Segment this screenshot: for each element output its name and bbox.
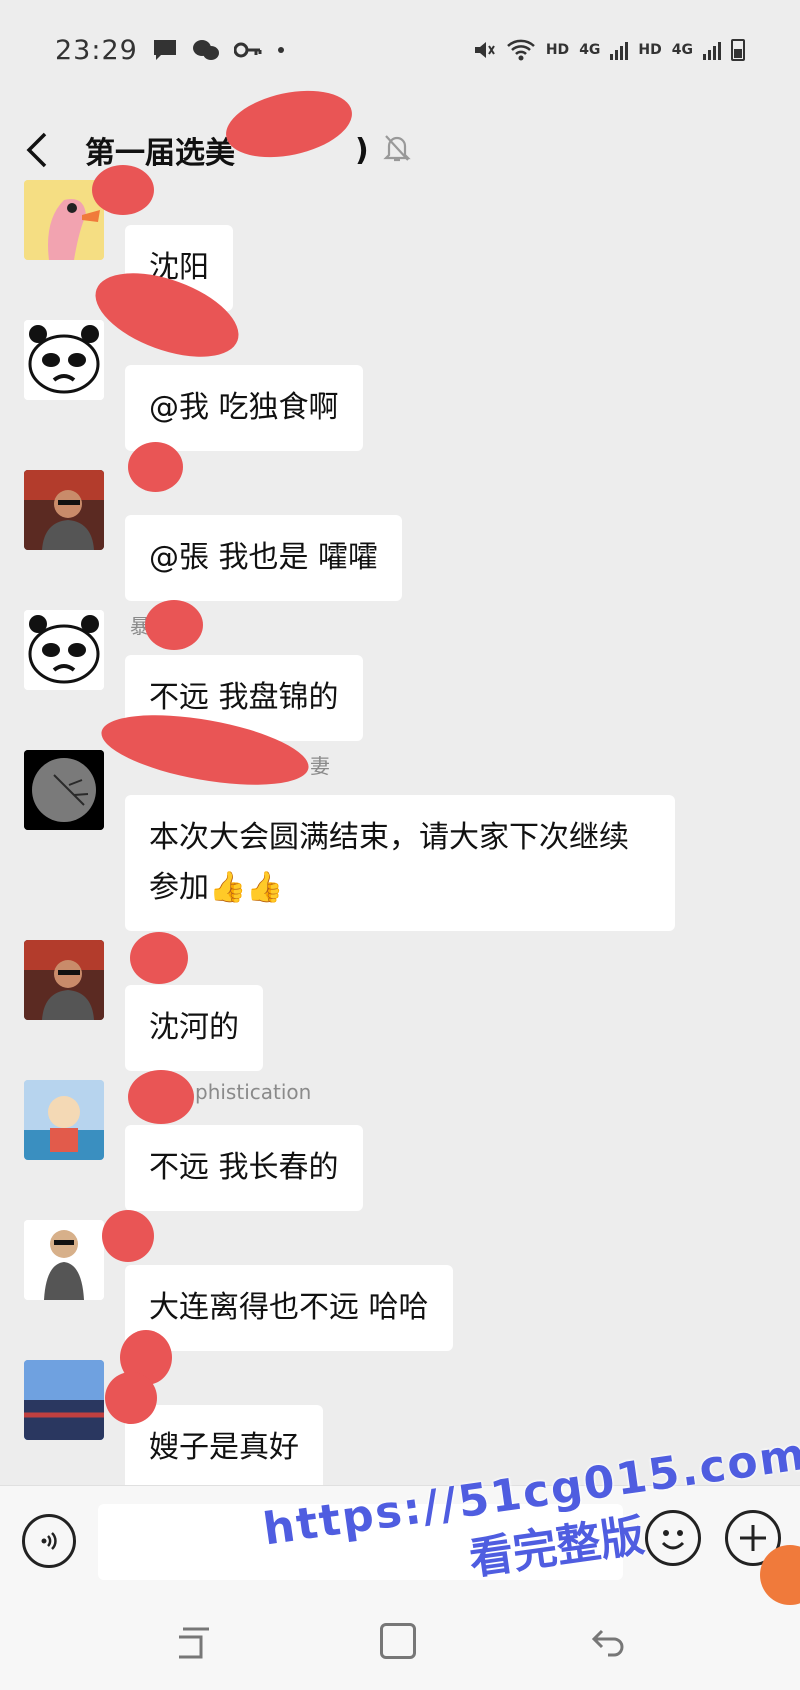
hd-label-1: HD [545, 42, 570, 58]
avatar[interactable] [24, 610, 104, 690]
redaction-mark [102, 1210, 154, 1262]
message-bubble[interactable]: 嫂子是真好 [125, 1405, 323, 1491]
chat-title: 第一届选美 [85, 136, 235, 171]
wifi-icon [506, 39, 535, 61]
back-arrow-icon[interactable] [25, 130, 55, 170]
signal-icon-1 [610, 40, 629, 60]
signal-icon-2 [703, 40, 721, 60]
avatar[interactable] [24, 320, 104, 400]
avatar[interactable] [24, 1360, 104, 1440]
mute-bell-icon [383, 133, 411, 167]
sender-name: 妻 [310, 754, 330, 778]
message-bubble[interactable]: 本次大会圆满结束，请大家下次继续参加👍👍 [125, 795, 675, 931]
wechat-notification-icon [192, 40, 219, 60]
nav-back-icon[interactable] [590, 1625, 626, 1661]
network-gen-2: 4G [671, 42, 693, 58]
voice-input-button[interactable] [22, 1514, 76, 1568]
message-notification-icon [153, 40, 176, 60]
message-bubble[interactable]: 大连离得也不远 哈哈 [125, 1265, 453, 1351]
redaction-mark [128, 442, 183, 492]
hd-label-2: HD [638, 42, 662, 58]
status-bar: 23:29 HD 4G HD 4G [0, 0, 800, 100]
message-bubble[interactable]: @我 吃独食啊 [125, 365, 363, 451]
redaction-mark [105, 1372, 157, 1424]
redaction-mark [92, 165, 154, 215]
avatar[interactable] [24, 940, 104, 1020]
network-gen-1: 4G [579, 42, 601, 58]
dot-icon [277, 47, 284, 53]
redaction-mark [145, 600, 203, 650]
redaction-mark [128, 1070, 194, 1124]
avatar[interactable] [24, 1220, 104, 1300]
avatar[interactable] [24, 470, 104, 550]
status-time: 23:29 [55, 34, 138, 66]
mute-status-icon [474, 42, 495, 58]
redaction-mark [130, 932, 188, 984]
avatar[interactable] [24, 750, 104, 830]
voice-icon [41, 1532, 57, 1550]
home-icon[interactable] [380, 1623, 416, 1659]
message-bubble[interactable]: @張 我也是 嚯嚯 [125, 515, 403, 601]
recent-apps-icon[interactable] [175, 1625, 215, 1661]
avatar[interactable] [24, 1080, 104, 1160]
sender-name: phistication [195, 1080, 312, 1104]
battery-icon [731, 39, 745, 61]
message-bubble[interactable]: 沈河的 [125, 985, 263, 1071]
key-icon [233, 42, 262, 58]
message-bubble[interactable]: 不远 我长春的 [125, 1125, 363, 1211]
system-nav-bar [0, 1595, 800, 1690]
chat-title-suffix: ) [355, 132, 369, 168]
